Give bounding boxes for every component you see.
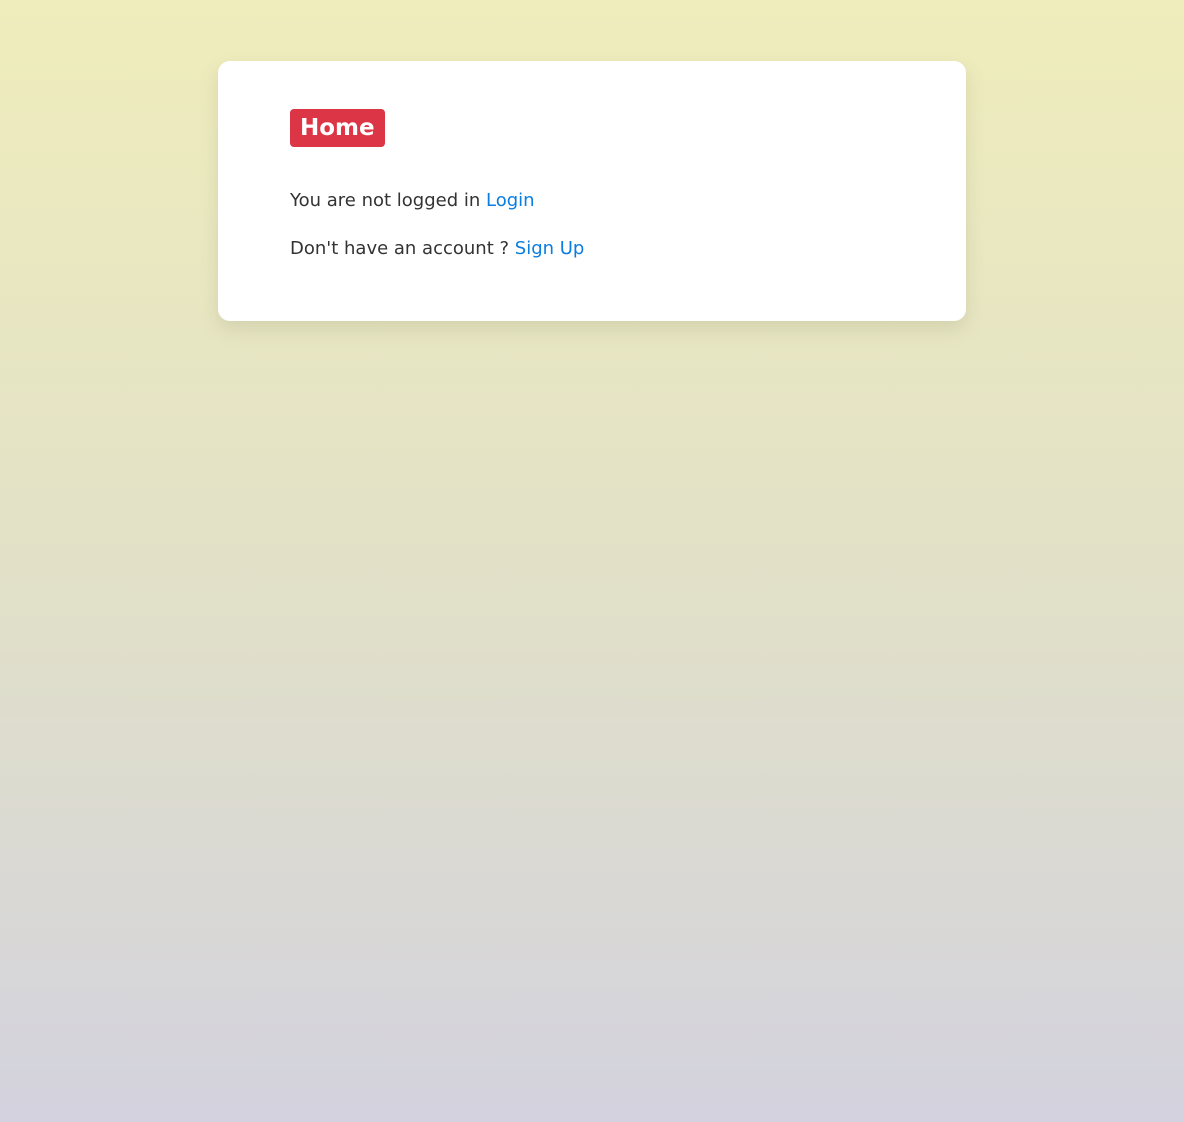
- home-card: Home You are not logged in Login Don't h…: [218, 61, 966, 321]
- signup-prompt-text: Don't have an account ?: [290, 238, 515, 259]
- login-status-line: You are not logged in Login: [290, 190, 535, 212]
- login-link[interactable]: Login: [486, 190, 535, 211]
- login-status-text: You are not logged in: [290, 190, 486, 211]
- signup-line: Don't have an account ? Sign Up: [290, 238, 584, 260]
- signup-link[interactable]: Sign Up: [515, 238, 585, 259]
- home-badge: Home: [290, 109, 385, 147]
